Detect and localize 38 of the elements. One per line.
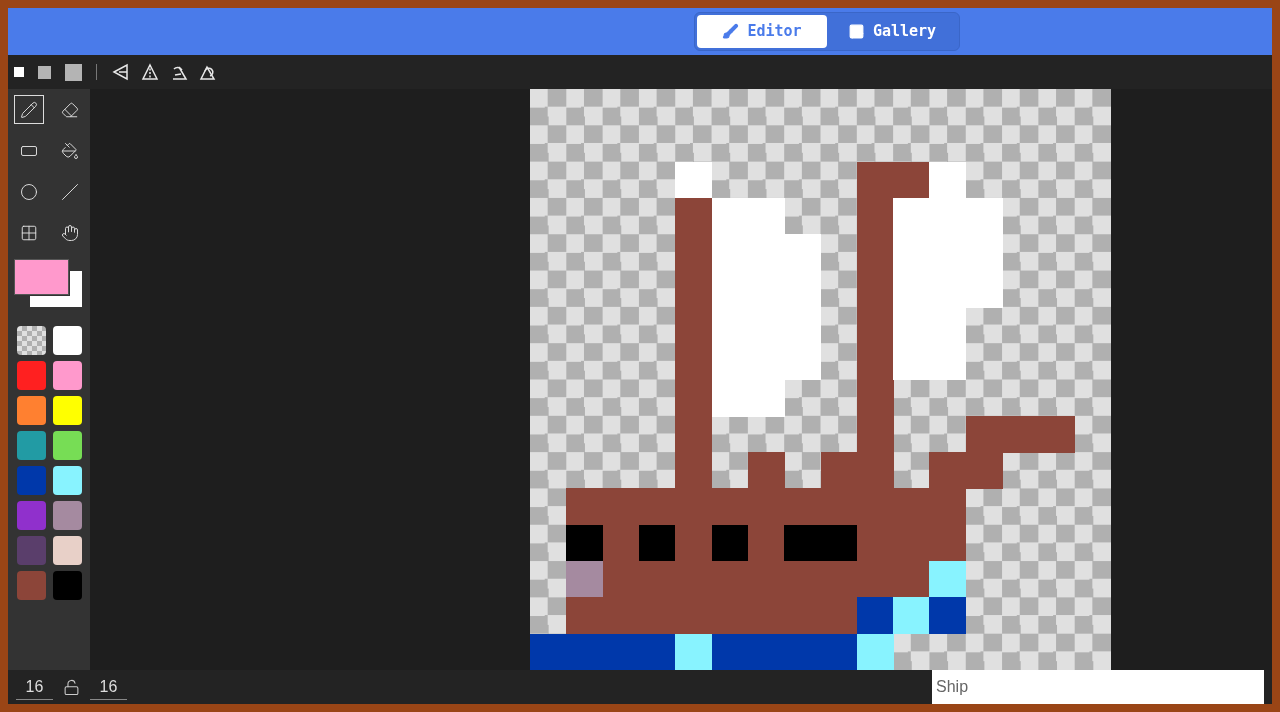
circle-icon <box>19 182 38 201</box>
color-swatch[interactable] <box>16 396 46 425</box>
triangle-icon[interactable] <box>111 62 131 82</box>
color-swatch[interactable] <box>52 326 82 355</box>
eraser-icon <box>60 100 79 119</box>
color-swatch[interactable] <box>52 571 82 600</box>
pencil-icon <box>19 100 38 119</box>
color-swatch[interactable] <box>52 466 82 495</box>
primary-color[interactable] <box>14 259 69 295</box>
brush-icon <box>722 23 740 40</box>
color-swatch[interactable] <box>16 466 46 495</box>
color-swatch[interactable] <box>16 431 46 460</box>
secondary-color[interactable] <box>30 271 82 307</box>
pixel-art-canvas[interactable] <box>530 89 1111 670</box>
color-swatch[interactable] <box>52 501 82 530</box>
color-swatch[interactable] <box>52 536 82 565</box>
color-swatch[interactable] <box>52 431 82 460</box>
color-swatch[interactable] <box>52 361 82 390</box>
color-swatch[interactable] <box>16 571 46 600</box>
tool-button[interactable] <box>13 95 44 124</box>
width-field[interactable]: 16 <box>16 674 53 700</box>
color-swatch[interactable] <box>52 396 82 425</box>
name-field[interactable]: Ship <box>932 670 1264 704</box>
view-tab[interactable]: Gallery <box>827 15 957 48</box>
line-icon <box>60 182 79 201</box>
triangle-icon[interactable] <box>140 62 160 82</box>
unlocked-icon[interactable] <box>63 678 80 696</box>
hand-icon <box>60 223 79 242</box>
brush-size-button[interactable] <box>65 63 82 81</box>
transparent-swatch[interactable] <box>16 326 46 355</box>
color-swatch[interactable] <box>16 536 46 565</box>
color-swatch[interactable] <box>16 361 46 390</box>
paint-bucket-icon <box>60 141 79 160</box>
view-tab[interactable]: Editor <box>697 15 827 48</box>
color-swatch[interactable] <box>16 501 46 530</box>
brush-size-button[interactable] <box>38 65 51 79</box>
height-field[interactable]: 16 <box>90 674 127 700</box>
grid-icon <box>19 223 38 242</box>
